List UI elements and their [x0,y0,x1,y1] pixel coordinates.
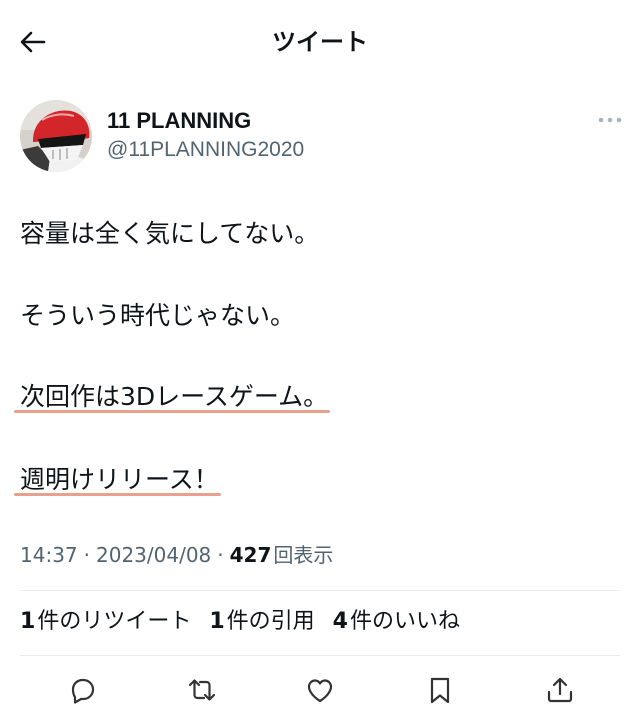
reply-icon [71,678,95,704]
tweet-stats: 1件のリツイート 1件の引用 4件のいいね [20,607,460,637]
page-title: ツイート [272,28,368,56]
retweets-label: 件のリツイート [37,609,192,634]
tweet-text-line: 容量は全く気にしてない。 [20,217,319,251]
tweet-text: 次回作は3Dレースゲーム。 [13,380,331,414]
tweet-text: 週明けリリース！ [14,463,221,497]
quotes-label: 件の引用 [226,609,315,634]
meta-separator: · [217,543,224,567]
meta-separator: · [83,543,90,567]
bookmark-button[interactable] [424,674,456,706]
likes-label: 件のいいね [349,609,460,634]
red-helmet-avatar-icon [20,100,92,172]
tweet-text-line: そういう時代じゃない。 [20,299,295,333]
retweets-count: 1 [20,609,36,634]
tweet-meta: 14:37 · 2023/04/08 · 427 回表示 [20,540,333,570]
tweet-text: 容量は全く気にしてない。 [20,219,320,248]
like-button[interactable] [304,674,336,706]
retweets-stat[interactable]: 1件のリツイート [20,607,191,637]
tweet-date[interactable]: 2023/04/08 [96,543,211,567]
tweet-time[interactable]: 14:37 [20,543,78,567]
tweet-text-line: 週明けリリース！ [14,463,221,497]
likes-stat[interactable]: 4件のいいね [333,607,460,637]
bookmark-icon [430,677,450,704]
share-button[interactable] [544,674,576,706]
share-icon [547,677,573,703]
quotes-stat[interactable]: 1件の引用 [209,607,314,637]
author-handle[interactable]: @11PLANNING2020 [107,135,304,165]
divider [20,655,620,656]
more-horizontal-icon [598,117,622,123]
likes-count: 4 [332,609,348,634]
tweet-text: そういう時代じゃない。 [20,301,296,330]
author-name[interactable]: 11 PLANNING [107,106,251,136]
divider [20,590,620,591]
more-button[interactable] [596,110,624,130]
views-count: 427 [229,543,272,567]
tweet-text-line: 次回作は3Dレースゲーム。 [13,380,331,414]
avatar[interactable] [20,100,92,172]
heart-icon [307,679,333,703]
reply-button[interactable] [67,674,99,706]
quotes-count: 1 [209,609,225,634]
views-label: 回表示 [273,543,334,567]
retweet-button[interactable] [186,674,218,706]
retweet-icon [188,679,216,701]
